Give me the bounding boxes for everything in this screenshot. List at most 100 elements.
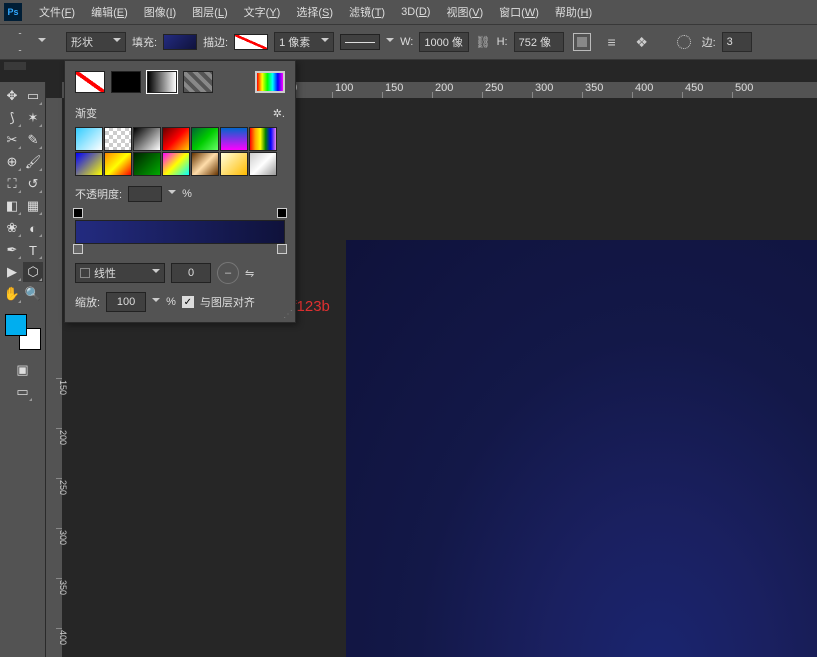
scale-unit: % xyxy=(166,296,176,308)
gradient-preset-7[interactable] xyxy=(75,152,103,176)
gradient-preset-5[interactable] xyxy=(220,127,248,151)
gradient-preset-3[interactable] xyxy=(162,127,190,151)
move-tool[interactable]: ✥ xyxy=(2,86,22,106)
blur-tool[interactable]: ❀ xyxy=(2,218,22,238)
menu-image[interactable]: 图像(I) xyxy=(137,1,183,23)
history-brush-tool[interactable]: ↺ xyxy=(23,174,43,194)
fill-type-none[interactable] xyxy=(75,71,105,93)
reverse-icon[interactable]: ⇋ xyxy=(245,267,254,280)
menu-select[interactable]: 选择(S) xyxy=(289,1,340,23)
align-label: 与图层对齐 xyxy=(200,294,255,310)
quick-select-tool[interactable]: ✶ xyxy=(23,108,43,128)
menu-edit[interactable]: 编辑(E) xyxy=(84,1,135,23)
gradient-preset-10[interactable] xyxy=(162,152,190,176)
link-icon[interactable]: ⛓ xyxy=(475,35,490,49)
foreground-color[interactable] xyxy=(5,314,27,336)
gradient-presets xyxy=(75,127,285,176)
opacity-input[interactable] xyxy=(128,186,162,202)
menu-3d[interactable]: 3D(D) xyxy=(394,3,437,21)
type-tool[interactable]: T xyxy=(23,240,43,260)
fill-type-gradient[interactable] xyxy=(147,71,177,93)
fill-type-pattern[interactable] xyxy=(183,71,213,93)
color-swatch[interactable] xyxy=(5,314,41,350)
width-label: W: xyxy=(400,36,413,48)
path-align-icon[interactable]: ≡ xyxy=(600,30,624,54)
workspace: ✥▭ ⟆✶ ✂✎ ⊕🖌 ⛶↺ ◧▦ ❀◐ ✒T ▶⬡ ✋🔍 ▣ ▭ 0 50 1… xyxy=(0,60,817,657)
opacity-stop-right[interactable] xyxy=(277,208,287,218)
color-stop-right[interactable] xyxy=(277,244,287,254)
quickmask-toggle[interactable]: ▣ xyxy=(13,360,33,380)
fill-gradient-panel: 渐变 ✲. 不透明度: % 线性 – ⇋ xyxy=(64,60,296,323)
color-picker-button[interactable] xyxy=(255,71,285,93)
gradient-preset-4[interactable] xyxy=(191,127,219,151)
angle-dial[interactable]: – xyxy=(217,262,239,284)
shape-mode-select[interactable]: 形状 xyxy=(66,32,126,52)
menu-file[interactable]: 文件(F) xyxy=(32,1,82,23)
chevron-down-icon[interactable] xyxy=(38,38,46,46)
crop-tool[interactable]: ✂ xyxy=(2,130,22,150)
path-arrange-icon[interactable]: ❖ xyxy=(630,30,654,54)
menu-view[interactable]: 视图(V) xyxy=(439,1,490,23)
heal-tool[interactable]: ⊕ xyxy=(2,152,22,172)
opacity-stop-left[interactable] xyxy=(73,208,83,218)
sides-label: 边: xyxy=(702,34,716,50)
stroke-style-select[interactable] xyxy=(340,34,380,50)
gradient-preset-2[interactable] xyxy=(133,127,161,151)
menu-bar: Ps 文件(F) 编辑(E) 图像(I) 图层(L) 文字(Y) 选择(S) 滤… xyxy=(0,0,817,24)
app-logo: Ps xyxy=(4,3,22,21)
dodge-tool[interactable]: ◐ xyxy=(23,218,43,238)
gradient-preset-1[interactable] xyxy=(104,127,132,151)
angle-input[interactable] xyxy=(171,263,211,283)
gradient-preset-6[interactable] xyxy=(249,127,277,151)
path-combine-icon[interactable] xyxy=(570,30,594,54)
eraser-tool[interactable]: ◧ xyxy=(2,196,22,216)
stamp-tool[interactable]: ⛶ xyxy=(2,174,22,194)
ruler-vertical: 150200250300350400450500550600650700 xyxy=(46,98,62,657)
fill-type-solid[interactable] xyxy=(111,71,141,93)
pen-tool[interactable]: ✒ xyxy=(2,240,22,260)
gradient-preset-0[interactable] xyxy=(75,127,103,151)
stroke-width-input[interactable]: 1 像素 xyxy=(274,32,334,52)
menu-layer[interactable]: 图层(L) xyxy=(185,1,234,23)
gradient-preset-11[interactable] xyxy=(191,152,219,176)
stroke-swatch[interactable] xyxy=(234,34,268,50)
screenmode-toggle[interactable]: ▭ xyxy=(13,382,33,402)
brush-tool[interactable]: 🖌 xyxy=(23,152,43,172)
gradient-preset-12[interactable] xyxy=(220,152,248,176)
document-canvas[interactable]: UI·cn xyxy=(346,240,817,657)
marquee-tool[interactable]: ▭ xyxy=(23,86,43,106)
height-input[interactable] xyxy=(514,32,564,52)
shape-tool[interactable]: ⬡ xyxy=(23,262,43,282)
scale-input[interactable] xyxy=(106,292,146,312)
color-stop-left[interactable] xyxy=(73,244,83,254)
fill-label: 填充: xyxy=(132,34,157,50)
gradient-preset-13[interactable] xyxy=(249,152,277,176)
chevron-down-icon[interactable] xyxy=(386,38,394,46)
gradient-style-select[interactable]: 线性 xyxy=(75,263,165,283)
path-select-tool[interactable]: ▶ xyxy=(2,262,22,282)
gradient-preset-8[interactable] xyxy=(104,152,132,176)
menu-window[interactable]: 窗口(W) xyxy=(492,1,546,23)
align-checkbox[interactable]: ✓ xyxy=(182,296,194,308)
gradient-bar[interactable] xyxy=(75,220,285,244)
menu-filter[interactable]: 滤镜(T) xyxy=(342,1,392,23)
panel-tab[interactable] xyxy=(4,62,26,70)
gradient-editor[interactable] xyxy=(75,208,285,254)
resize-grip-icon[interactable]: ⋰ xyxy=(283,309,293,320)
hand-tool[interactable]: ✋ xyxy=(2,284,22,304)
opacity-label: 不透明度: xyxy=(75,186,122,202)
tool-preset-icon[interactable] xyxy=(8,30,32,54)
lasso-tool[interactable]: ⟆ xyxy=(2,108,22,128)
zoom-tool[interactable]: 🔍 xyxy=(23,284,43,304)
gradient-tool[interactable]: ▦ xyxy=(23,196,43,216)
settings-icon[interactable] xyxy=(672,30,696,54)
gear-icon[interactable]: ✲. xyxy=(273,107,285,120)
gradient-preset-9[interactable] xyxy=(133,152,161,176)
eyedropper-tool[interactable]: ✎ xyxy=(23,130,43,150)
gradient-section-title: 渐变 xyxy=(75,105,97,121)
menu-type[interactable]: 文字(Y) xyxy=(237,1,288,23)
menu-help[interactable]: 帮助(H) xyxy=(548,1,599,23)
sides-input[interactable] xyxy=(722,32,752,52)
fill-swatch[interactable] xyxy=(163,34,197,50)
width-input[interactable] xyxy=(419,32,469,52)
